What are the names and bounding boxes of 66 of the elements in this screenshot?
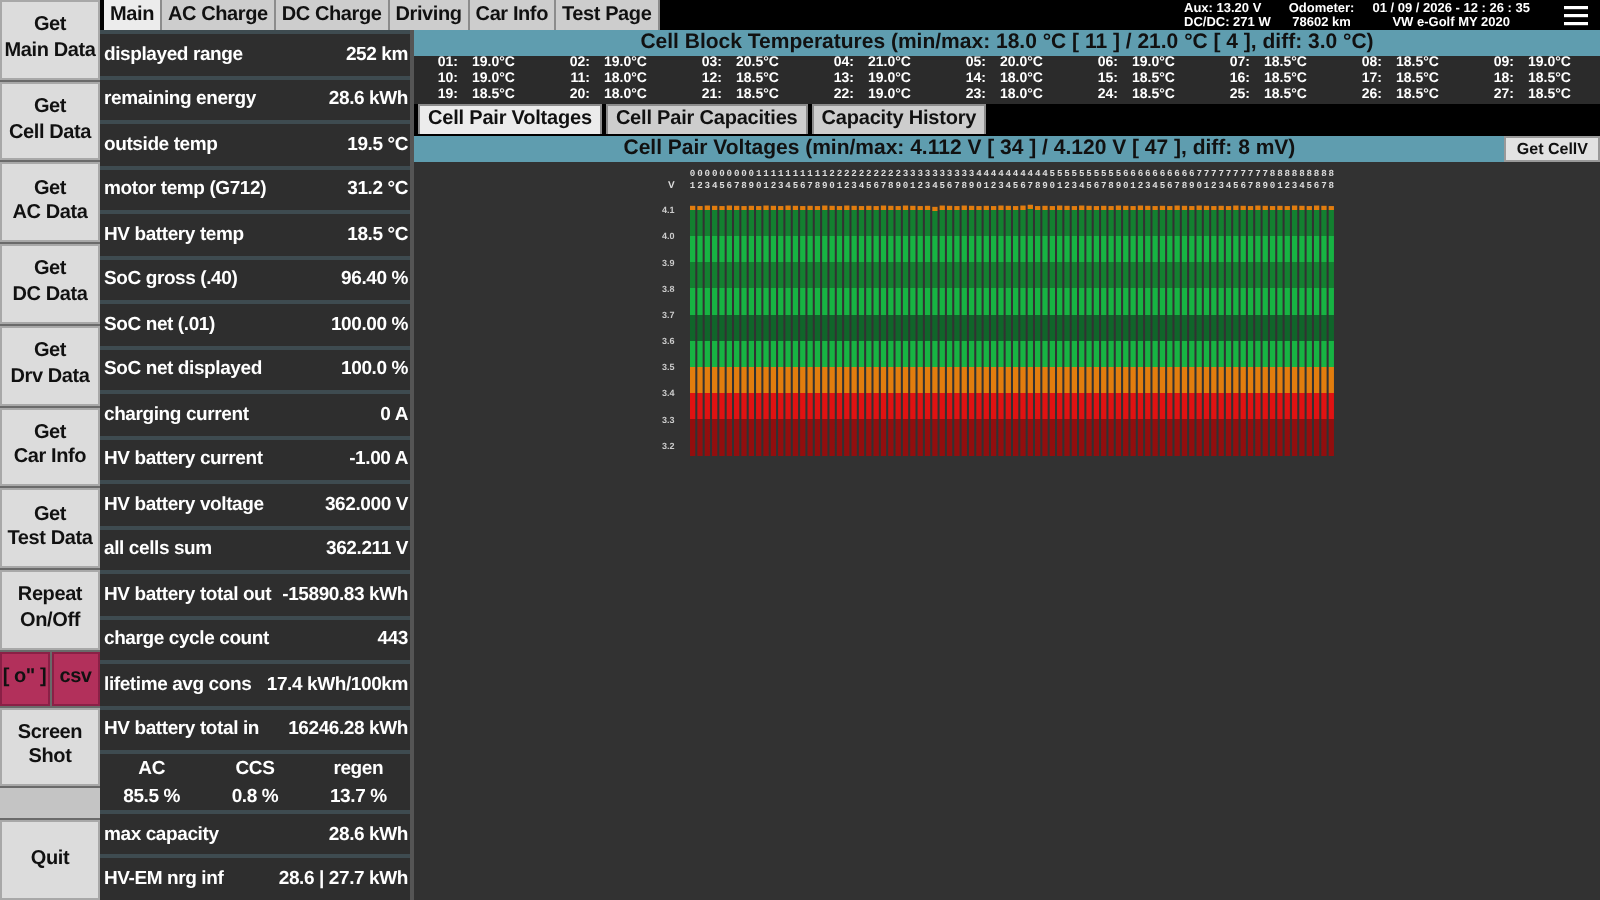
data-value: 100.0 % [341, 358, 408, 381]
data-label: outside temp [104, 133, 218, 156]
tab[interactable]: Driving [389, 0, 470, 30]
tab[interactable]: Cell Pair Voltages [418, 104, 602, 134]
nav-button[interactable]: Screen Shot [0, 707, 100, 787]
data-value: -1.00 A [349, 448, 408, 471]
tab[interactable]: Capacity History [811, 104, 987, 134]
panel-header: Cell Pair Voltages (min/max: 4.112 V [ 34 ] / 4.120 V [ 47 ], diff: 8 mV) [621, 136, 1298, 162]
data-value: 443 [377, 628, 408, 651]
data-label: SoC net displayed [104, 358, 262, 381]
data-label: HV battery temp [104, 223, 244, 246]
tab[interactable]: Car Info [469, 0, 556, 30]
nav-button[interactable]: Get Drv Data [0, 325, 100, 406]
tab[interactable]: DC Charge [275, 0, 390, 30]
nav-button[interactable]: Get Car Info [0, 407, 100, 487]
nav-button[interactable]: Quit [0, 820, 100, 900]
data-value: 17.4 kWh/100km [266, 673, 408, 696]
nav-button[interactable]: Get DC Data [0, 244, 100, 324]
data-value: 96.40 % [341, 268, 408, 291]
data-label: SoC gross (.40) [104, 268, 238, 291]
data-label: HV battery current [104, 448, 263, 471]
data-label: AC [138, 757, 165, 780]
panel-header: Cell Block Temperatures (min/max: 18.0 °C [ 11 ] / 21.0 °C [ 4 ], diff: 3.0 °C) [414, 30, 1600, 56]
data-value: 85.5 % [123, 785, 181, 808]
menu-icon[interactable] [1564, 5, 1588, 25]
data-label: SoC net (.01) [104, 313, 215, 336]
data-label: displayed range [104, 43, 243, 66]
data-value: 28.6 kWh [328, 88, 408, 111]
data-value: 0 A [380, 403, 408, 426]
data-label: all cells sum [104, 538, 212, 561]
get-cellv-button[interactable]: Get CellV [1504, 136, 1600, 162]
data-value: 31.2 °C [347, 178, 408, 201]
data-value: 362.211 V [326, 538, 408, 561]
data-label: HV battery total in [104, 718, 259, 741]
data-label: HV-EM nrg inf [104, 868, 224, 891]
data-label: HV battery voltage [104, 493, 264, 516]
data-value: 100.00 % [330, 313, 408, 336]
data-value: 28.6 | 27.7 kWh [278, 868, 408, 891]
nav-button[interactable]: Get Test Data [0, 488, 100, 568]
data-value: 19.5 °C [347, 133, 408, 156]
tab[interactable]: Test Page [555, 0, 660, 30]
data-value: 252 km [345, 43, 408, 66]
data-label: remaining energy [104, 88, 256, 111]
data-label: max capacity [104, 823, 219, 846]
nav-button[interactable]: Get Cell Data [0, 81, 100, 161]
data-label: HV battery total out [104, 583, 272, 606]
data-value: 18.5 °C [347, 223, 408, 246]
tab[interactable]: AC Charge [161, 0, 276, 30]
empty-panel [0, 788, 100, 819]
tab[interactable]: Cell Pair Capacities [605, 104, 808, 134]
data-value: 362.000 V [324, 493, 408, 516]
data-value: -15890.83 kWh [282, 583, 408, 606]
data-value: 0.8 % [231, 785, 279, 808]
data-label: CCS [235, 757, 275, 780]
nav-button[interactable]: Get Main Data [0, 0, 100, 80]
data-value: 28.6 kWh [328, 823, 408, 846]
nav-button[interactable]: Repeat On/Off [0, 569, 100, 650]
data-label: charging current [104, 403, 249, 426]
data-value: 13.7 % [329, 785, 387, 808]
nav-button[interactable]: Get AC Data [0, 162, 100, 243]
data-label: motor temp (G712) [104, 178, 267, 201]
data-label: lifetime avg cons [104, 673, 252, 696]
tab[interactable]: Main [104, 0, 162, 30]
data-label: charge cycle count [104, 628, 269, 651]
data-value: 16246.28 kWh [288, 718, 408, 741]
data-label: regen [333, 757, 384, 780]
